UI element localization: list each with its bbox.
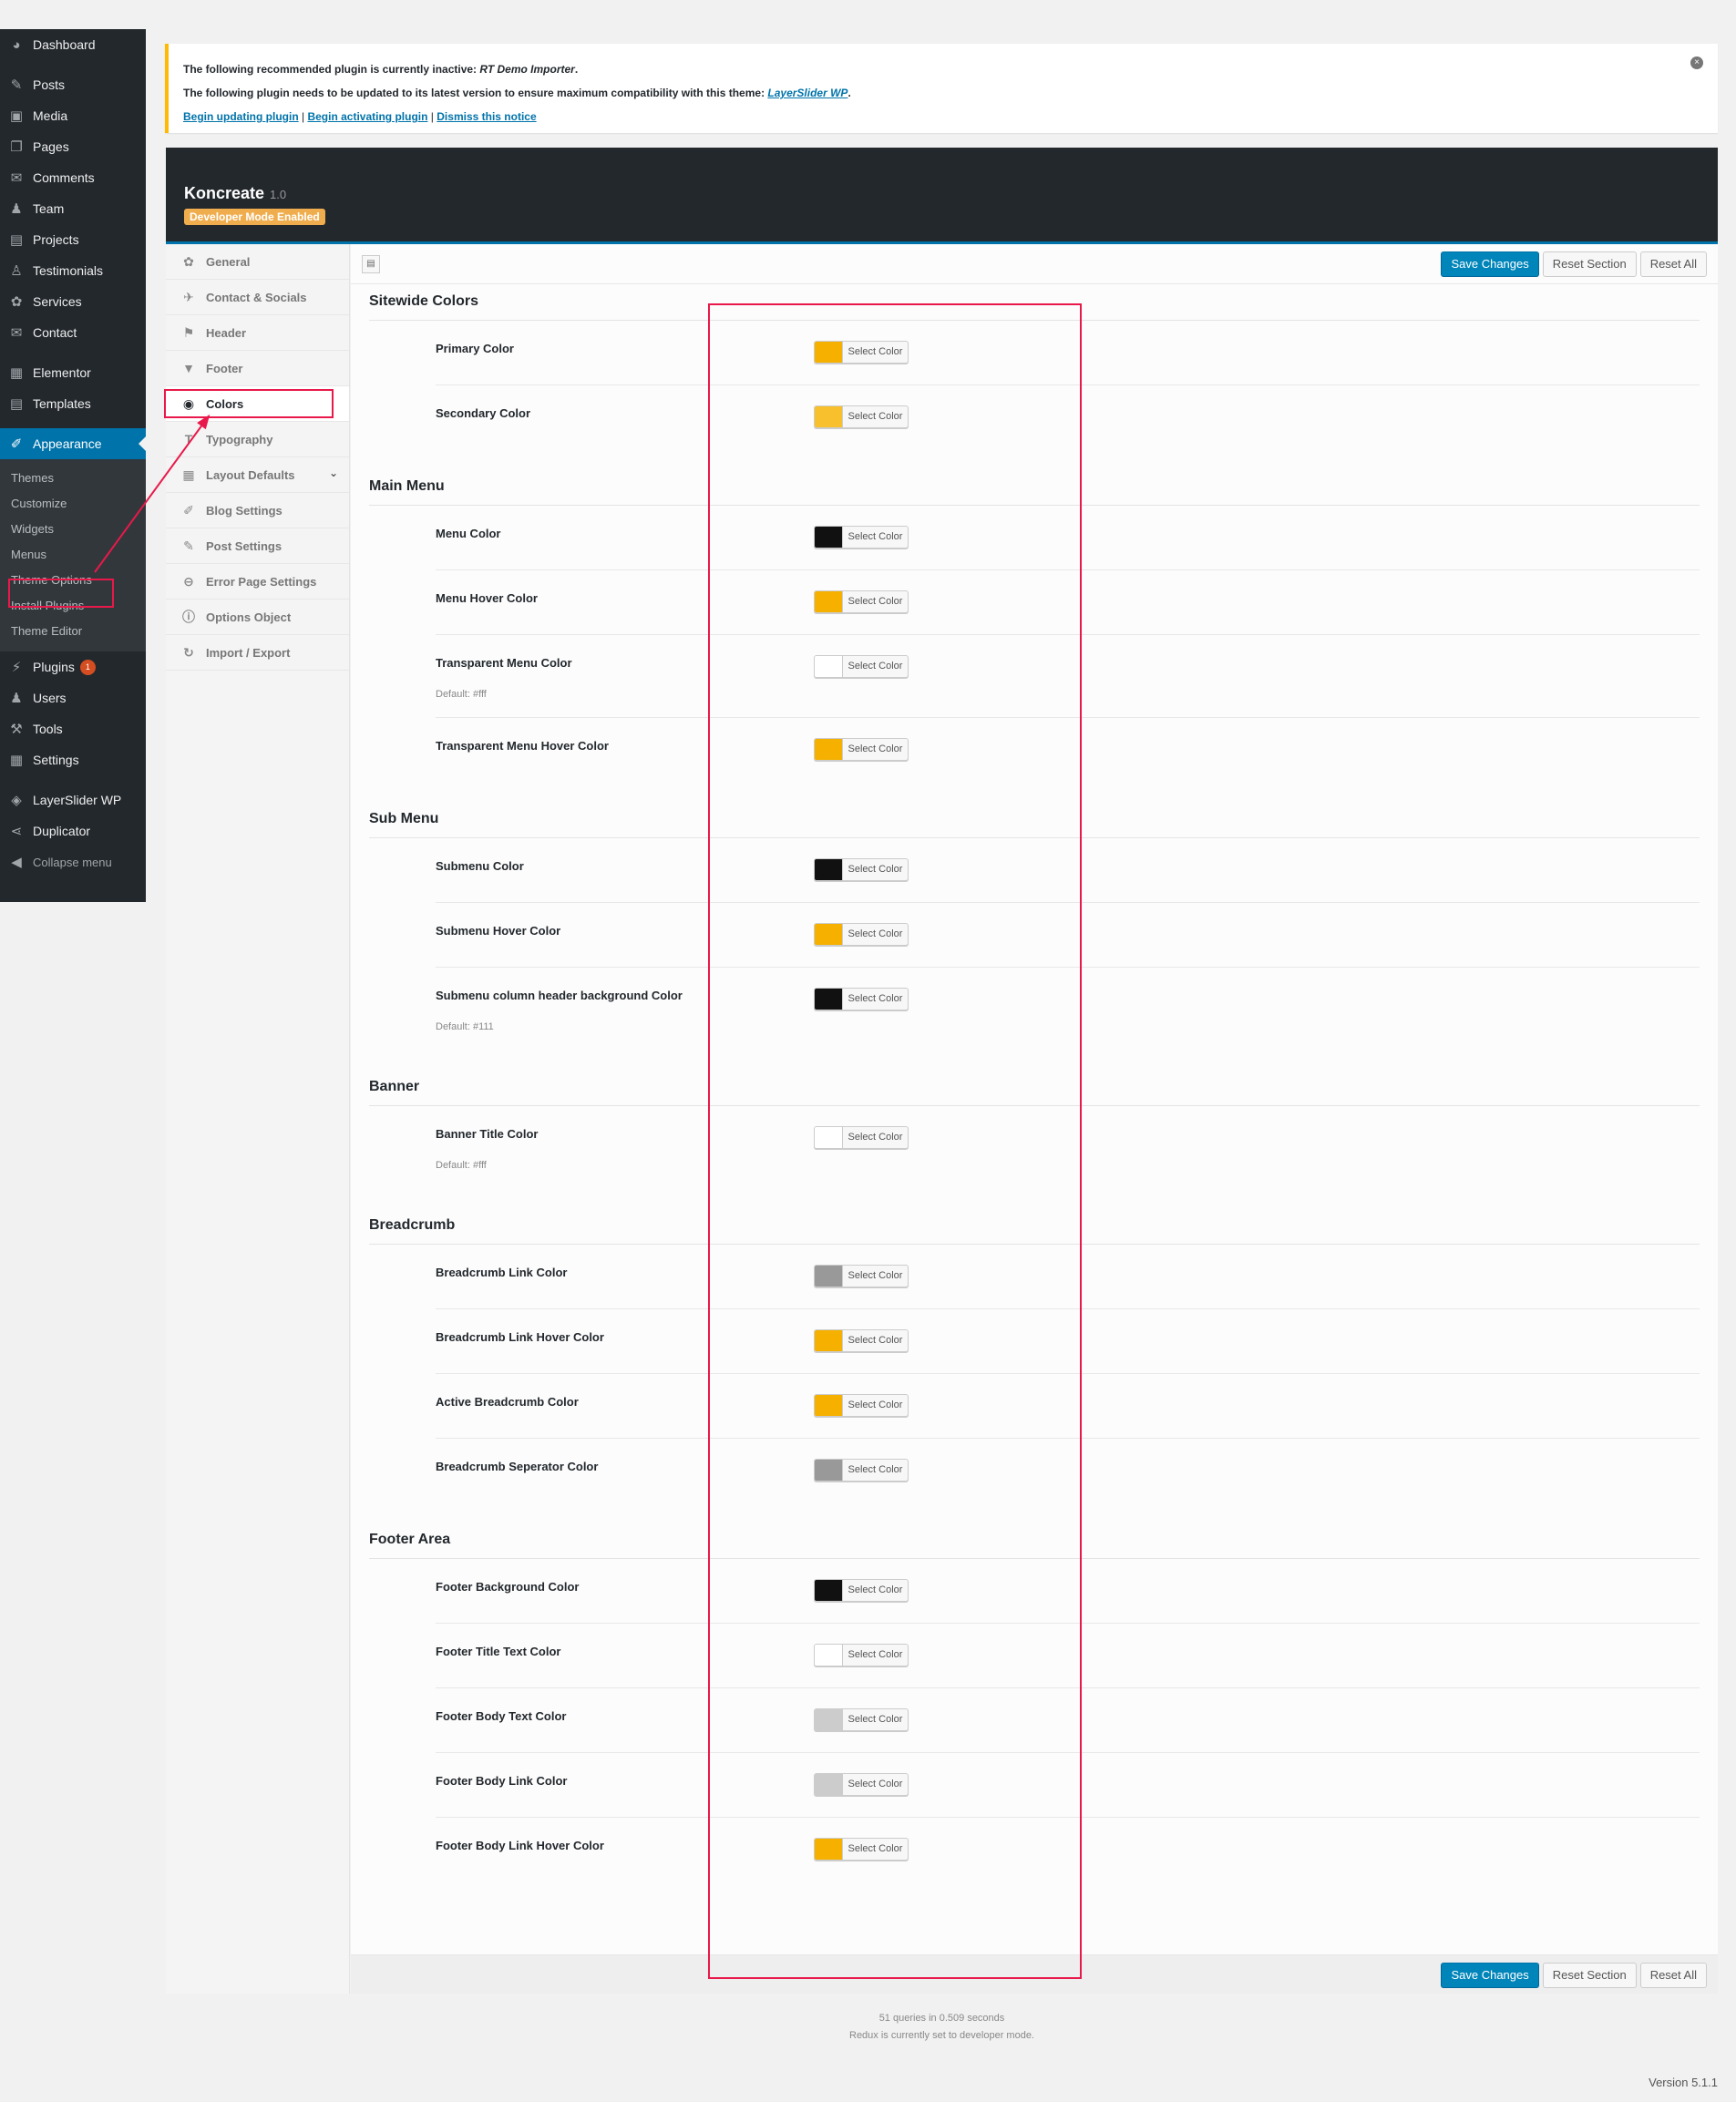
annotation-arrow-line — [94, 414, 211, 573]
annotation-arrow — [94, 414, 211, 573]
